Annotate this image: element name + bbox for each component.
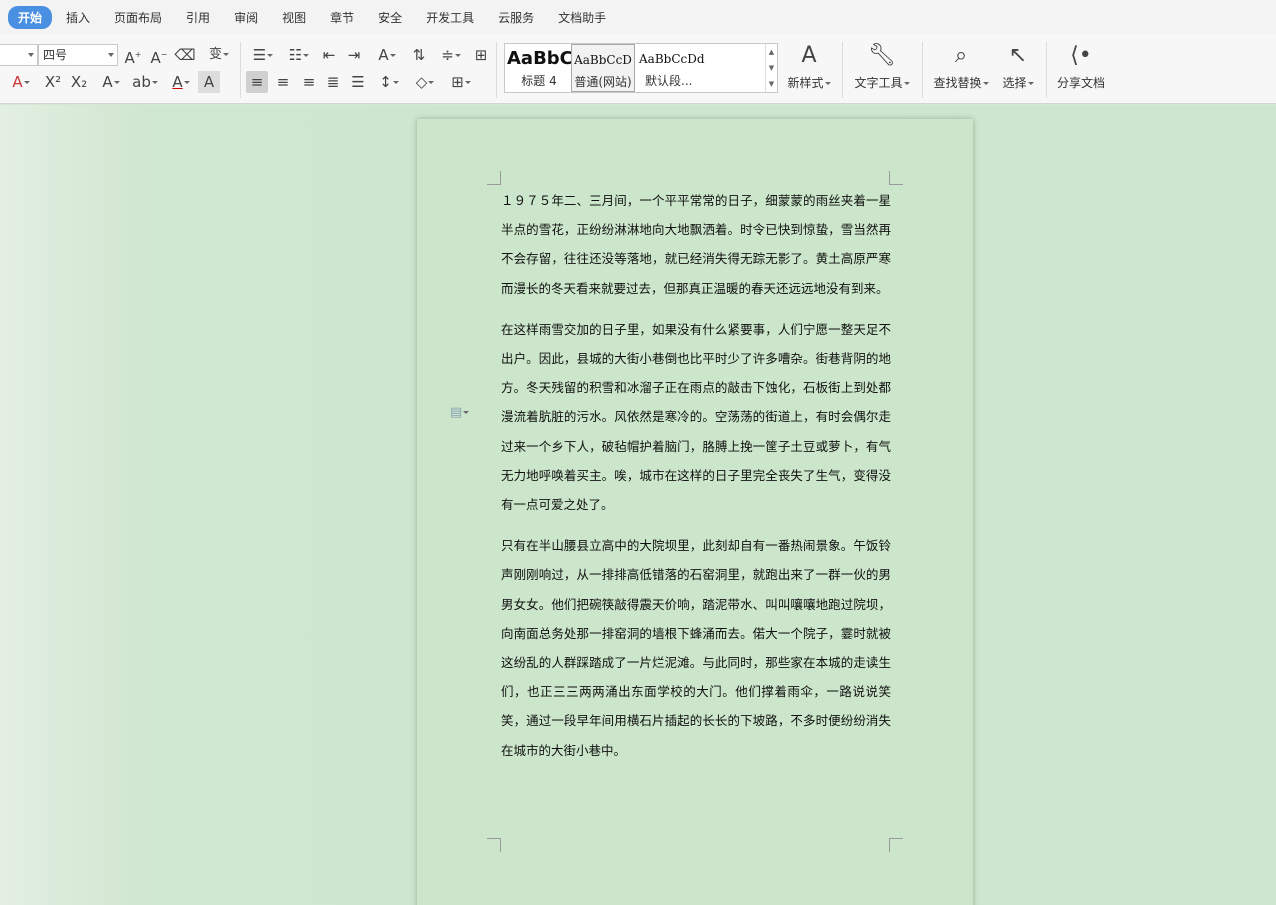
grow-font-icon[interactable]: A+ [122, 44, 144, 67]
font-size-dropdown[interactable]: 四号 [38, 44, 118, 66]
distributed-icon[interactable]: ☰ [347, 71, 369, 93]
gallery-scrollbar[interactable]: ▲ ▼ ▼ [765, 44, 777, 92]
share-document-button[interactable]: ⟨• 分享文档 [1054, 42, 1108, 91]
document-body[interactable]: １９７５年二、三月间，一个平平常常的日子，细蒙蒙的雨丝夹着一星半点的雪花，正纷纷… [501, 186, 891, 777]
line-spacing-icon[interactable]: ↕ [374, 71, 404, 93]
new-style-button[interactable]: A 新样式 [786, 42, 832, 91]
strikethrough-icon[interactable]: A [6, 71, 36, 93]
font-name-dropdown[interactable] [0, 44, 38, 66]
share-icon: ⟨• [1070, 43, 1092, 68]
margin-corner-bottom-right [889, 838, 903, 852]
find-replace-button[interactable]: ⌕ 查找替换 [932, 42, 990, 91]
paragraph-spacing-icon[interactable]: ≑ [436, 44, 466, 66]
sort-icon[interactable]: ⇅ [408, 44, 430, 66]
tab-developer[interactable]: 开发工具 [416, 6, 484, 29]
select-button[interactable]: ↖ 选择 [998, 42, 1038, 91]
clear-format-icon[interactable]: ⌫ [174, 44, 196, 66]
wrench-icon: 🔧︎ [868, 43, 896, 68]
superscript-icon[interactable]: X² [42, 71, 64, 93]
shading-icon[interactable]: ◇ [410, 71, 440, 93]
scroll-down-icon[interactable]: ▼ [766, 60, 777, 76]
decrease-indent-icon[interactable]: ⇤ [318, 44, 340, 66]
numbered-list-icon[interactable]: ☷ [284, 44, 314, 66]
tab-page-layout[interactable]: 页面布局 [104, 6, 172, 29]
ribbon-toolbar: 四号 A+ A− ⌫ 变 A X² X₂ A ab A A ☰ ☷ ⇤ ⇥ A … [0, 34, 1276, 104]
tab-review[interactable]: 审阅 [224, 6, 268, 29]
subscript-icon[interactable]: X₂ [68, 71, 90, 93]
search-icon: ⌕ [954, 43, 968, 68]
justify-icon[interactable]: ≣ [322, 71, 344, 93]
cursor-icon: ↖ [1008, 43, 1028, 68]
show-marks-icon[interactable]: ⊞ [470, 44, 492, 66]
paragraph[interactable]: 只有在半山腰县立高中的大院坝里，此刻却自有一番热闹景象。午饭铃声刚刚响过，从一排… [501, 531, 891, 765]
style-default-paragraph[interactable]: AaBbCcDd 默认段... [637, 44, 705, 92]
menu-bar: 开始 插入 页面布局 引用 审阅 视图 章节 安全 开发工具 云服务 文档助手 [0, 0, 1276, 34]
tab-security[interactable]: 安全 [368, 6, 412, 29]
borders-icon[interactable]: ⊞ [446, 71, 476, 93]
text-direction-icon[interactable]: A [372, 44, 402, 66]
margin-corner-bottom-left [487, 838, 501, 852]
scroll-up-icon[interactable]: ▲ [766, 44, 777, 60]
align-right-icon[interactable]: ≡ [298, 71, 320, 93]
ribbon-divider [496, 42, 497, 98]
tab-cloud[interactable]: 云服务 [488, 6, 544, 29]
tab-insert[interactable]: 插入 [56, 6, 100, 29]
char-shading-icon[interactable]: A [198, 71, 220, 93]
gallery-expand-icon[interactable]: ▼ [766, 76, 777, 92]
style-normal-web[interactable]: AaBbCcD 普通(网站) [571, 44, 635, 92]
paragraph[interactable]: １９７５年二、三月间，一个平平常常的日子，细蒙蒙的雨丝夹着一星半点的雪花，正纷纷… [501, 186, 891, 303]
margin-corner-top-left [487, 171, 501, 185]
ribbon-divider [1046, 42, 1047, 98]
shrink-font-icon[interactable]: A− [148, 44, 170, 67]
bullet-list-icon[interactable]: ☰ [248, 44, 278, 66]
phonetic-guide-icon[interactable]: 变 [204, 44, 234, 66]
tab-references[interactable]: 引用 [176, 6, 220, 29]
paragraph-layout-icon[interactable]: ▤ [450, 405, 470, 420]
new-style-icon: A [801, 43, 817, 68]
increase-indent-icon[interactable]: ⇥ [343, 44, 365, 66]
margin-corner-top-right [889, 171, 903, 185]
align-center-icon[interactable]: ≡ [272, 71, 294, 93]
style-heading-4[interactable]: AaBbC 标题 4 [507, 44, 573, 92]
ribbon-divider [240, 42, 241, 98]
font-color-icon[interactable]: A [166, 71, 196, 93]
text-tools-button[interactable]: 🔧︎ 文字工具 [852, 42, 912, 91]
text-effect-icon[interactable]: A [96, 71, 126, 93]
style-gallery: AaBbC 标题 4 AaBbCcD 普通(网站) AaBbCcDd 默认段..… [504, 43, 778, 93]
tab-view[interactable]: 视图 [272, 6, 316, 29]
tab-section[interactable]: 章节 [320, 6, 364, 29]
tab-home[interactable]: 开始 [8, 5, 53, 29]
paragraph[interactable]: 在这样雨雪交加的日子里，如果没有什么紧要事，人们宁愿一整天足不出户。因此，县城的… [501, 315, 891, 519]
align-left-icon[interactable]: ≡ [246, 71, 268, 93]
ribbon-divider [922, 42, 923, 98]
ribbon-divider [842, 42, 843, 98]
tab-doc-assistant[interactable]: 文档助手 [548, 6, 616, 29]
document-workspace[interactable]: ▤ １９７５年二、三月间，一个平平常常的日子，细蒙蒙的雨丝夹着一星半点的雪花，正… [0, 105, 1276, 905]
document-page[interactable]: ▤ １９７５年二、三月间，一个平平常常的日子，细蒙蒙的雨丝夹着一星半点的雪花，正… [417, 119, 973, 905]
highlight-icon[interactable]: ab [130, 71, 160, 93]
